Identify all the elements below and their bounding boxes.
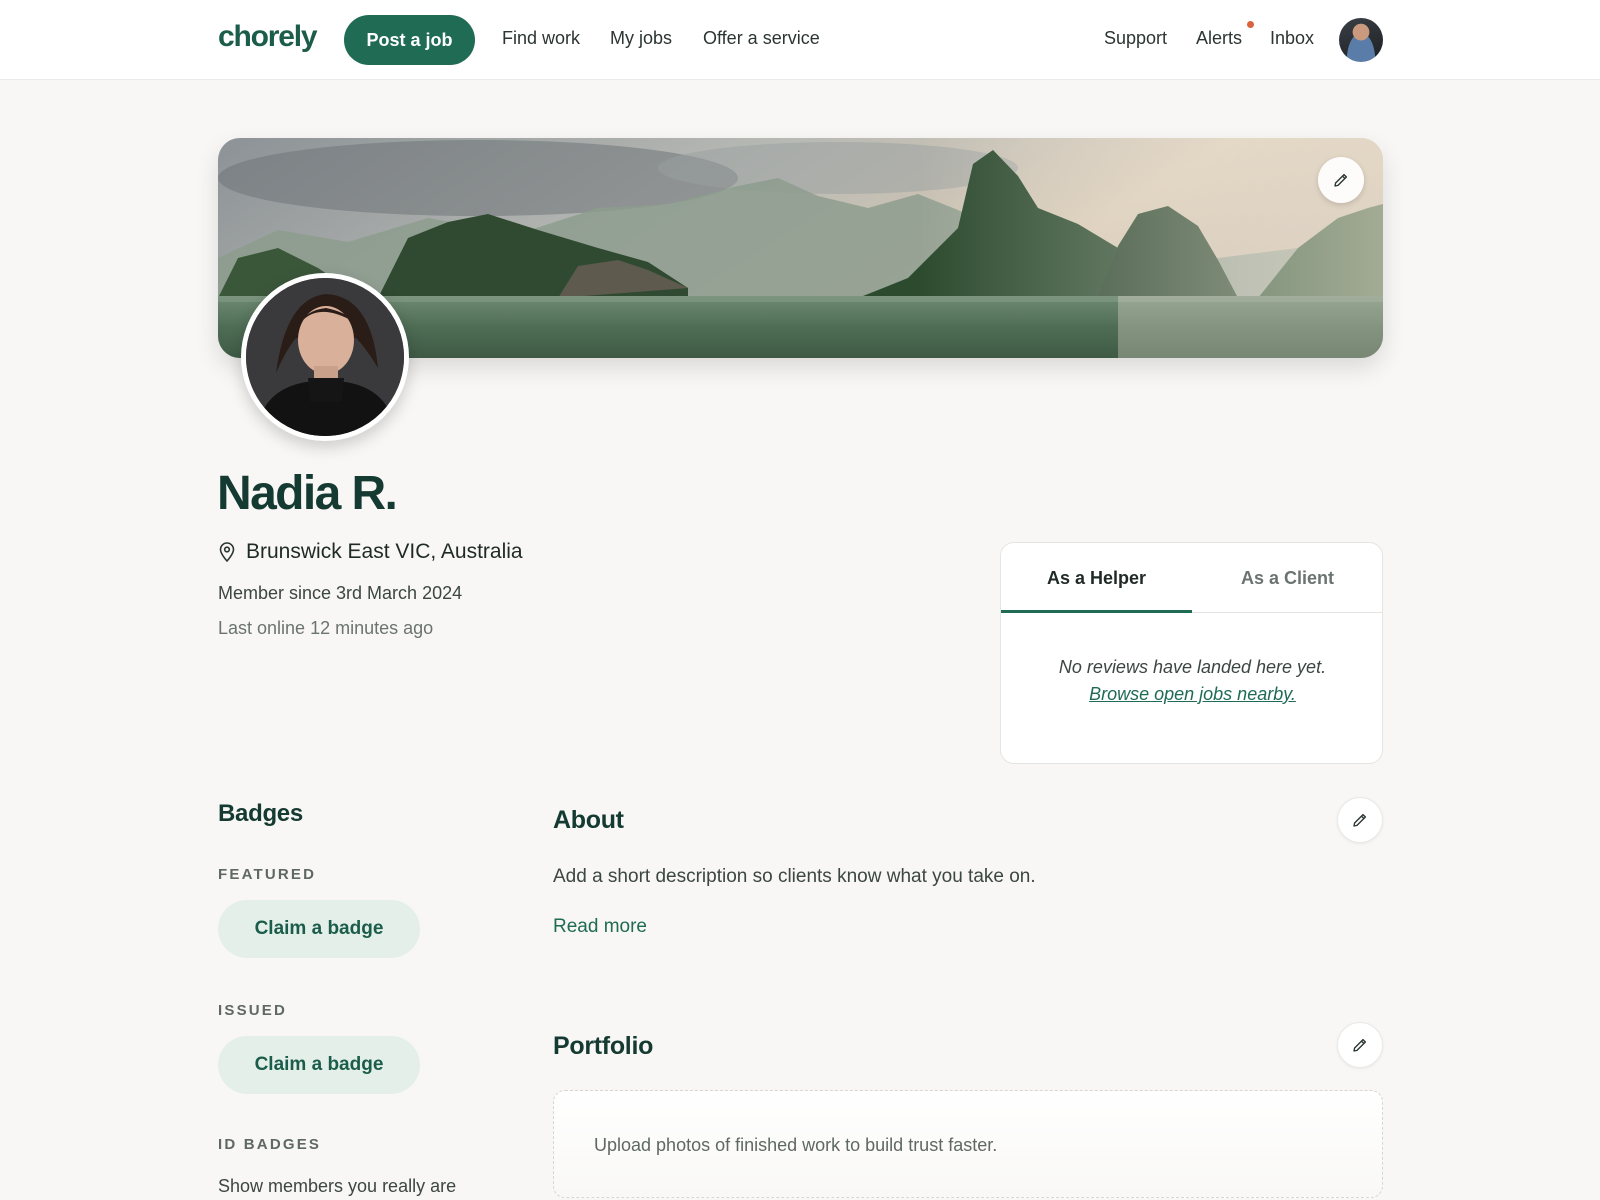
nav-find-work[interactable]: Find work — [502, 28, 580, 49]
claim-issued-badge-button[interactable]: Claim a badge — [218, 1036, 420, 1094]
pencil-icon — [1353, 813, 1367, 827]
nav-offer-a-service[interactable]: Offer a service — [703, 28, 820, 49]
nav-inbox[interactable]: Inbox — [1270, 28, 1314, 49]
portfolio-upload-area[interactable]: Upload photos of finished work to build … — [553, 1090, 1383, 1198]
id-badges-description: Show members you really are — [218, 1176, 457, 1196]
location-pin-icon — [219, 542, 235, 563]
alerts-notification-dot — [1247, 21, 1254, 28]
about-text: Add a short description so clients know … — [553, 866, 1036, 887]
profile-portrait — [246, 278, 404, 436]
featured-badges-label: FEATURED — [218, 866, 317, 883]
no-reviews-message: No reviews have landed here yet. — [1058, 657, 1327, 677]
tab-as-a-helper[interactable]: As a Helper — [1001, 543, 1192, 613]
nav-support[interactable]: Support — [1104, 28, 1167, 49]
edit-about-button[interactable] — [1337, 797, 1383, 843]
chorely-logo[interactable]: chorely — [218, 20, 318, 54]
claim-featured-badge-button[interactable]: Claim a badge — [218, 900, 420, 958]
pencil-icon — [1353, 1038, 1367, 1052]
profile-name: Nadia R. — [217, 467, 398, 520]
about-heading: About — [553, 806, 624, 834]
read-more-link[interactable]: Read more — [553, 916, 647, 938]
member-since: Member since 3rd March 2024 — [218, 583, 463, 603]
profile-avatar[interactable] — [241, 273, 409, 441]
top-navigation-bar: chorely Post a job Find work My jobs Off… — [0, 0, 1600, 80]
browse-jobs-link[interactable]: Browse open jobs nearby. — [1001, 684, 1382, 705]
location-text: Brunswick East VIC, Australia — [246, 540, 523, 563]
edit-cover-button[interactable] — [1318, 157, 1364, 203]
reviews-card: As a Helper As a Client No reviews have … — [1000, 542, 1383, 764]
edit-portfolio-button[interactable] — [1337, 1022, 1383, 1068]
profile-location: Brunswick East VIC, Australia — [218, 540, 523, 564]
nav-my-jobs[interactable]: My jobs — [610, 28, 672, 49]
portfolio-heading: Portfolio — [553, 1032, 654, 1060]
user-avatar[interactable] — [1339, 18, 1383, 62]
tab-as-a-client[interactable]: As a Client — [1192, 543, 1382, 613]
id-badges-label: ID BADGES — [218, 1136, 322, 1153]
post-a-job-button[interactable]: Post a job — [344, 15, 475, 65]
nav-alerts[interactable]: Alerts — [1196, 28, 1242, 49]
pencil-icon — [1334, 173, 1348, 187]
issued-badges-label: ISSUED — [218, 1002, 288, 1019]
portfolio-empty-text: Upload photos of finished work to build … — [594, 1135, 998, 1155]
badges-heading: Badges — [218, 800, 303, 827]
last-online: Last online 12 minutes ago — [218, 618, 434, 638]
active-tab-indicator — [1001, 610, 1192, 613]
